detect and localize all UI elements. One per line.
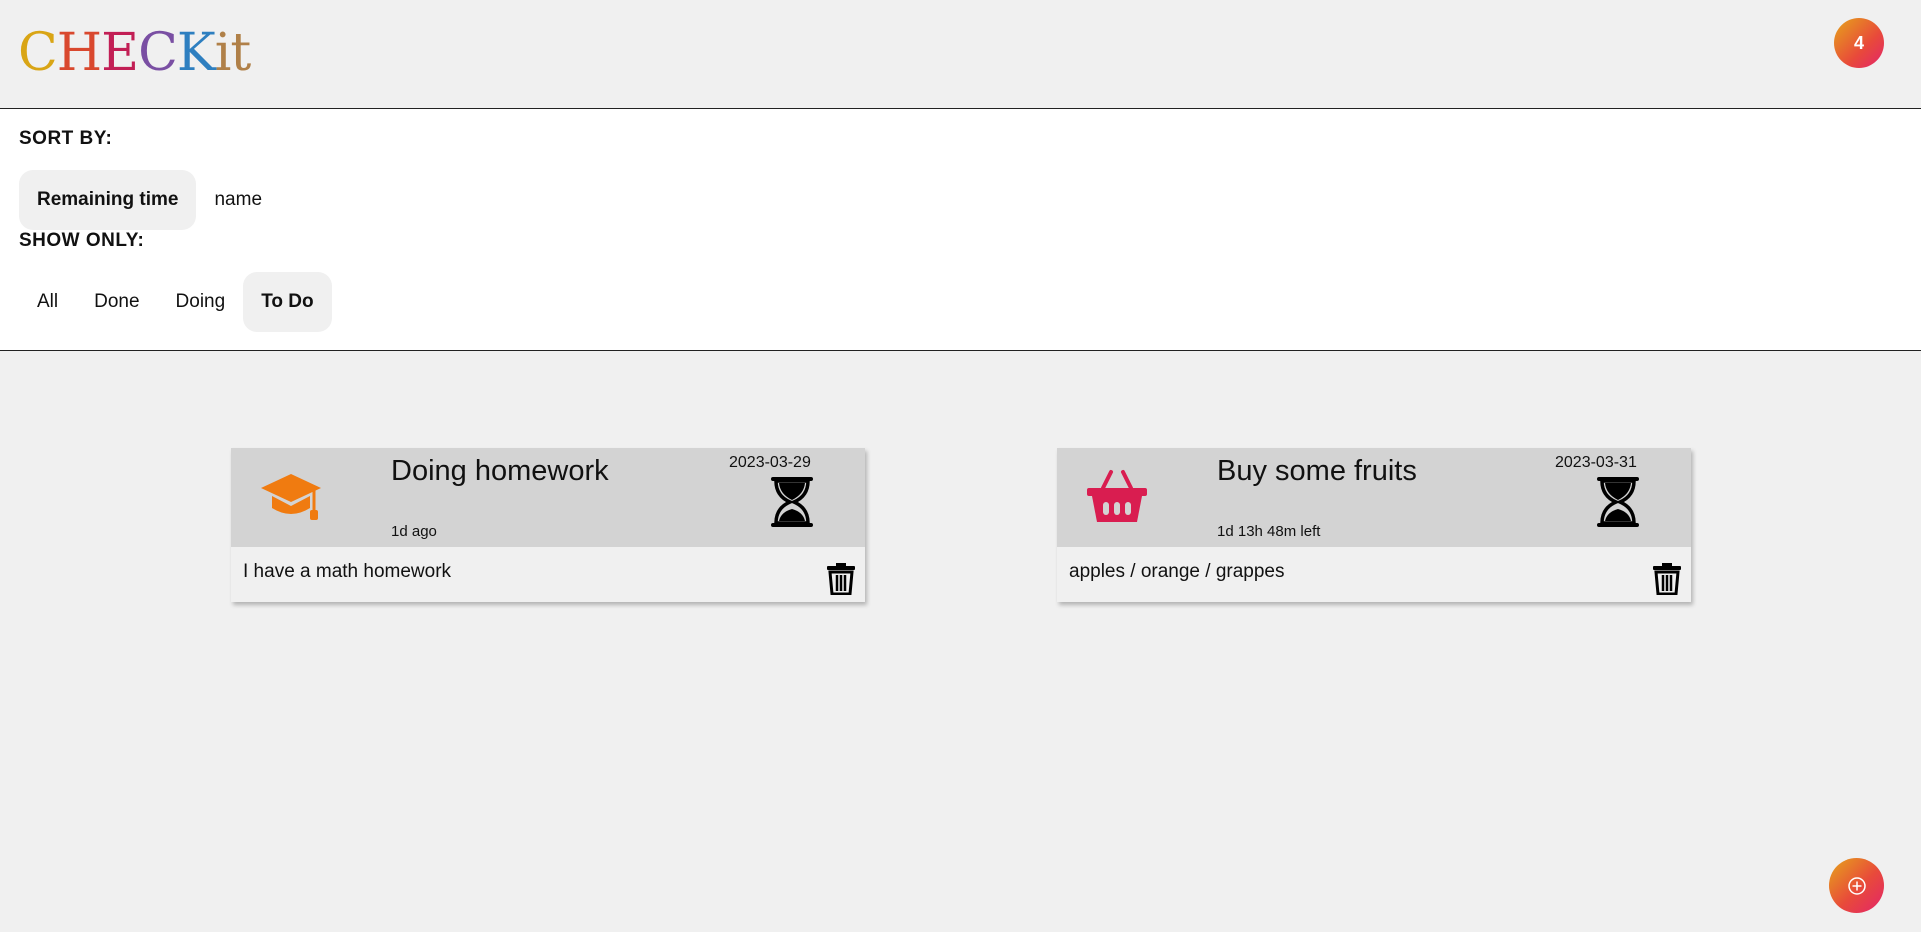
task-time-status: 1d 13h 48m left [1217, 523, 1321, 540]
logo-letter: H [56, 23, 102, 83]
show-only-label: SHOW ONLY: [19, 230, 145, 251]
trash-icon[interactable] [1653, 563, 1681, 595]
sort-option-name[interactable]: name [196, 170, 280, 230]
logo-letter: it [214, 23, 252, 83]
task-card-header: Buy some fruits 1d 13h 48m left 2023-03-… [1057, 448, 1691, 547]
filter-all[interactable]: All [19, 272, 76, 332]
task-card[interactable]: Doing homework 1d ago 2023-03-29 I have … [231, 448, 865, 602]
filter-panel: SORT BY: Remaining time name SHOW ONLY: … [0, 109, 1921, 351]
task-date: 2023-03-29 [729, 454, 811, 471]
logo-letter: C [18, 23, 58, 83]
filter-to-do[interactable]: To Do [243, 272, 332, 332]
filter-doing[interactable]: Doing [158, 272, 244, 332]
graduation-cap-icon [261, 474, 321, 520]
filter-done[interactable]: Done [76, 272, 157, 332]
task-date: 2023-03-31 [1555, 454, 1637, 471]
task-title: Buy some fruits [1217, 455, 1417, 487]
sort-by-label: SORT BY: [19, 128, 113, 149]
hourglass-icon [1597, 477, 1639, 527]
app-logo[interactable]: CHECKit [18, 23, 252, 83]
task-title: Doing homework [391, 455, 609, 487]
task-description: apples / orange / grappes [1069, 561, 1285, 582]
add-circle-icon [1847, 876, 1866, 895]
task-time-status: 1d ago [391, 523, 437, 540]
task-card-header: Doing homework 1d ago 2023-03-29 [231, 448, 865, 547]
logo-letter: E [101, 23, 139, 83]
sort-options: Remaining time name [19, 170, 280, 230]
logo-letter: K [176, 23, 216, 83]
task-description: I have a math homework [243, 561, 452, 582]
task-count-badge[interactable]: 4 [1834, 18, 1884, 68]
top-bar: CHECKit 4 [0, 0, 1921, 109]
basket-icon [1087, 470, 1147, 522]
show-options: All Done Doing To Do [19, 272, 332, 332]
add-task-button[interactable] [1829, 858, 1884, 913]
sort-option-remaining-time[interactable]: Remaining time [19, 170, 197, 230]
logo-letter: C [138, 23, 178, 83]
task-card[interactable]: Buy some fruits 1d 13h 48m left 2023-03-… [1057, 448, 1691, 602]
trash-icon[interactable] [827, 563, 855, 595]
hourglass-icon [771, 477, 813, 527]
